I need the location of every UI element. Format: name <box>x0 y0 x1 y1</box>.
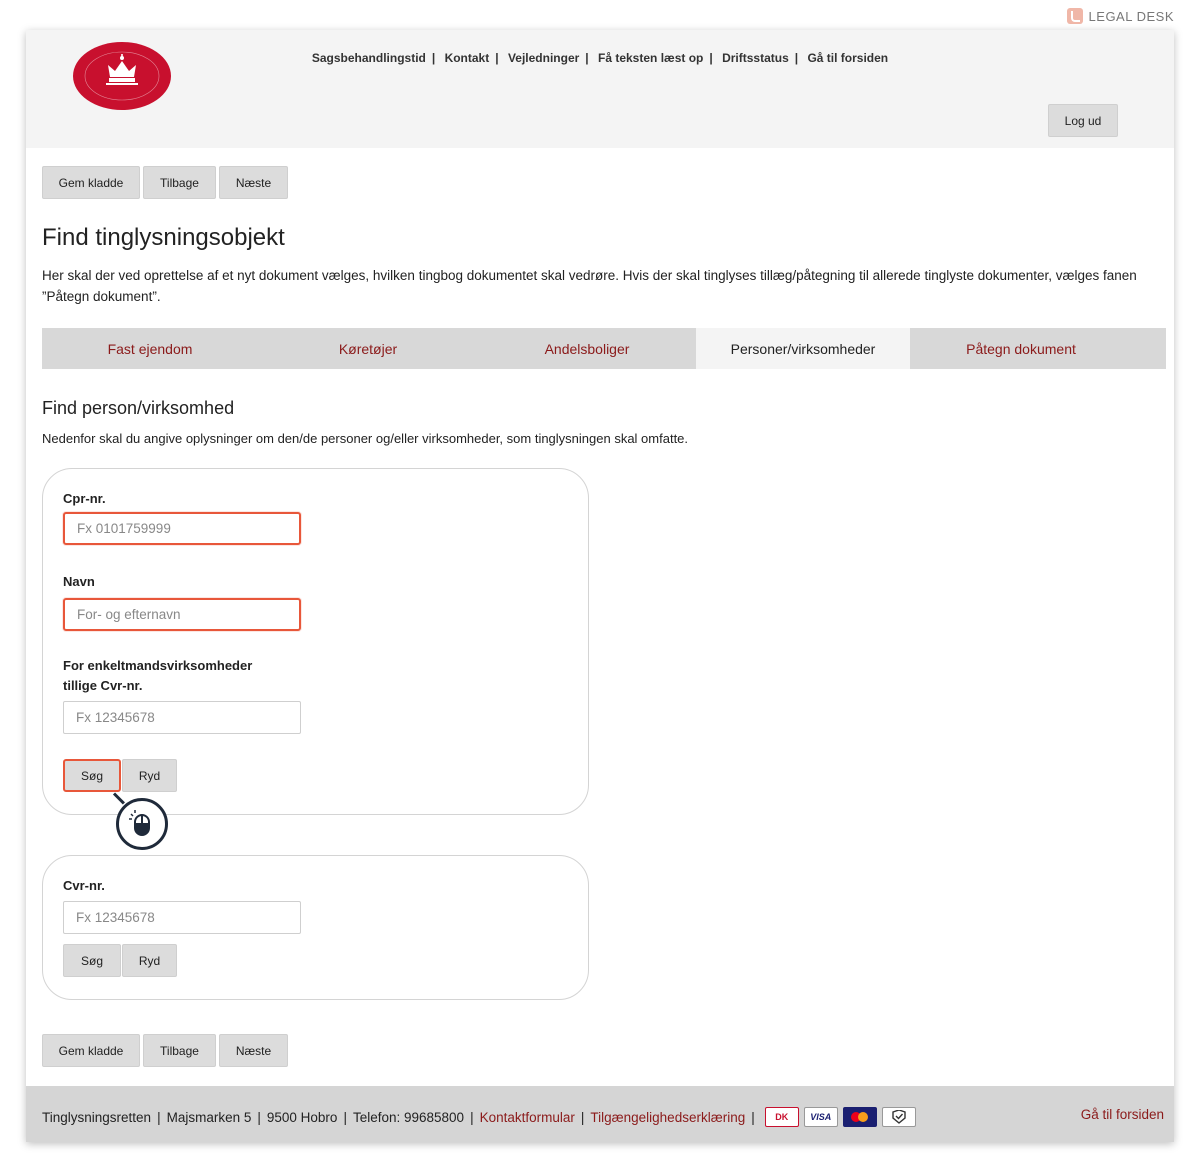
footer-sep: | <box>343 1109 347 1125</box>
logout-button[interactable]: Log ud <box>1048 104 1118 137</box>
person-search-panel: Cpr-nr. Navn For enkeltmandsvirksomheder… <box>42 468 589 815</box>
footer-org: Tinglysningsretten <box>42 1109 152 1125</box>
tab-paategn-dokument[interactable]: Påtegn dokument <box>910 328 1132 369</box>
legal-desk-logo-icon <box>1066 8 1083 24</box>
page-title: Find tinglysningsobjekt <box>42 224 285 251</box>
next-button-bottom[interactable]: Næste <box>219 1034 288 1067</box>
back-button-bottom[interactable]: Tilbage <box>143 1034 216 1067</box>
company-search-panel: Cvr-nr. Søg Ryd <box>42 855 589 1000</box>
footer-sep: | <box>580 1109 585 1125</box>
company-cvr-label: Cvr-nr. <box>63 878 105 893</box>
name-label: Navn <box>63 574 95 589</box>
nav-link-contact[interactable]: Kontakt <box>445 51 490 65</box>
nav-link-guides[interactable]: Vejledninger <box>508 51 579 65</box>
footer-home-link[interactable]: Gå til forsiden <box>1081 1107 1164 1122</box>
cpr-input[interactable] <box>63 512 301 545</box>
mouse-click-icon <box>116 798 168 850</box>
nav-separator: | <box>794 51 799 65</box>
site-footer: Tinglysningsretten | Majsmarken 5 | 9500 H… <box>26 1086 1174 1142</box>
footer-address: Majsmarken 5 <box>166 1109 252 1125</box>
tab-koeretoejer[interactable]: Køretøjer <box>258 328 478 369</box>
top-navigation: Sagsbehandlingstid | Kontakt | Vejledninge… <box>26 51 1174 65</box>
contact-form-link[interactable]: Kontaktformular <box>480 1110 575 1125</box>
footer-sep: | <box>257 1109 261 1125</box>
brand-name: LEGAL DESK <box>1088 8 1174 24</box>
nav-separator: | <box>495 51 499 65</box>
nav-link-status[interactable]: Driftsstatus <box>722 51 789 65</box>
name-input[interactable] <box>63 598 301 631</box>
site-header: Sagsbehandlingstid | Kontakt | Vejledninge… <box>26 30 1174 148</box>
tab-fast-ejendom[interactable]: Fast ejendom <box>42 328 258 369</box>
cpr-label: Cpr-nr. <box>63 491 106 506</box>
section-title: Find person/virksomhed <box>42 398 235 418</box>
nav-link-read-aloud[interactable]: Få teksten læst op <box>598 51 703 65</box>
nav-separator: | <box>585 51 589 65</box>
company-cvr-input[interactable] <box>63 901 301 934</box>
footer-sep: | <box>470 1109 474 1125</box>
footer-phone: Telefon: 99685800 <box>352 1109 465 1125</box>
browser-window: Sagsbehandlingstid | Kontakt | Vejledninge… <box>26 30 1174 1142</box>
dankort-icon: DK <box>764 1107 799 1127</box>
footer-sep: | <box>157 1109 161 1125</box>
top-action-bar: Gem kladde Tilbage Næste <box>42 166 288 199</box>
nav-link-case-time[interactable]: Sagsbehandlingstid <box>312 51 426 65</box>
bottom-action-bar: Gem kladde Tilbage Næste <box>42 1034 288 1067</box>
tab-bar: Fast ejendom Køretøjer Andelsboliger Per… <box>42 328 1166 369</box>
visa-icon: VISA <box>803 1107 838 1127</box>
company-search-button[interactable]: Søg <box>63 944 121 977</box>
tab-personer-virksomheder[interactable]: Personer/virksomheder <box>696 328 910 369</box>
person-search-button[interactable]: Søg <box>63 759 121 792</box>
footer-sep: | <box>751 1109 755 1125</box>
nav-link-home[interactable]: Gå til forsiden <box>807 51 888 65</box>
footer-city: 9500 Hobro <box>266 1109 338 1125</box>
nav-separator: | <box>709 51 713 65</box>
section-intro: Nedenfor skal du angive oplysninger om d… <box>42 431 689 446</box>
back-button[interactable]: Tilbage <box>143 166 216 199</box>
legal-desk-brand: LEGAL DESK <box>1066 8 1174 24</box>
nav-separator: | <box>431 51 436 65</box>
secure-payment-icon <box>881 1107 916 1127</box>
mastercard-icon <box>842 1107 877 1127</box>
save-draft-button[interactable]: Gem kladde <box>42 166 140 199</box>
company-clear-button[interactable]: Ryd <box>122 944 177 977</box>
page-intro: Her skal der ved oprettelse af et nyt do… <box>42 268 1137 304</box>
next-button[interactable]: Næste <box>219 166 288 199</box>
main-content: Gem kladde Tilbage Næste Find tinglysnin… <box>26 148 1174 1086</box>
sole-proprietor-cvr-input[interactable] <box>63 701 301 734</box>
cvr-label-line2: tillige Cvr-nr. <box>63 678 143 693</box>
footer-info: Tinglysningsretten | Majsmarken 5 | 9500 H… <box>42 1107 916 1127</box>
person-clear-button[interactable]: Ryd <box>122 759 177 792</box>
accessibility-link[interactable]: Tilgængelighedserklæring <box>590 1110 745 1125</box>
payment-cards: DK VISA <box>764 1107 916 1127</box>
save-draft-button-bottom[interactable]: Gem kladde <box>42 1034 140 1067</box>
cvr-label-line1: For enkeltmandsvirksomheder <box>63 658 253 673</box>
tab-andelsboliger[interactable]: Andelsboliger <box>478 328 696 369</box>
